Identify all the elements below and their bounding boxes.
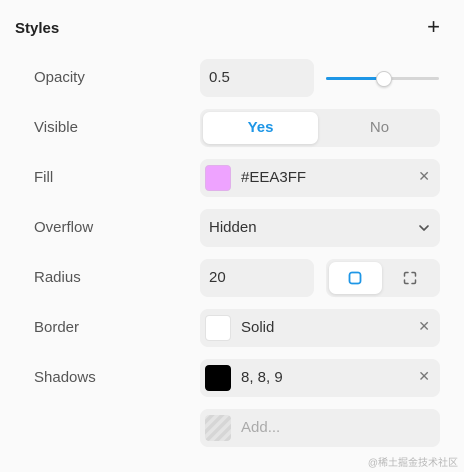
fill-label: Fill xyxy=(34,169,54,186)
visible-no-option[interactable]: No xyxy=(322,112,437,144)
uniform-corners-button[interactable] xyxy=(329,262,382,294)
opacity-slider[interactable] xyxy=(326,71,439,87)
individual-corners-button[interactable] xyxy=(384,262,437,294)
visible-label: Visible xyxy=(34,119,78,136)
add-placeholder: Add... xyxy=(241,419,281,436)
plus-icon[interactable]: + xyxy=(427,16,440,38)
border-color-swatch[interactable] xyxy=(205,315,231,341)
overflow-value: Hidden xyxy=(209,219,257,236)
radius-label: Radius xyxy=(34,269,81,286)
panel-header: Styles + xyxy=(15,16,444,42)
add-row: Add... xyxy=(0,409,464,447)
shadows-value: 8, 8, 9 xyxy=(241,369,283,386)
overflow-select[interactable]: Hidden xyxy=(200,209,440,247)
individual-corners-icon xyxy=(403,271,417,285)
opacity-row: Opacity 0.5 xyxy=(0,59,464,97)
fill-row: Fill #EEA3FF ✕ xyxy=(0,159,464,197)
chevron-down-icon xyxy=(419,225,429,231)
fill-value: #EEA3FF xyxy=(241,169,307,186)
shadows-row: Shadows 8, 8, 9 ✕ xyxy=(0,359,464,397)
overflow-label: Overflow xyxy=(34,219,94,236)
opacity-value: 0.5 xyxy=(209,69,230,86)
radius-value: 20 xyxy=(209,269,226,286)
styles-panel: Styles + Opacity 0.5 Visible Yes No Fill… xyxy=(0,0,464,472)
close-icon[interactable]: ✕ xyxy=(418,168,430,185)
shadows-label: Shadows xyxy=(34,369,96,386)
border-field[interactable]: Solid ✕ xyxy=(200,309,440,347)
fill-field[interactable]: #EEA3FF ✕ xyxy=(200,159,440,197)
overflow-row: Overflow Hidden xyxy=(0,209,464,247)
close-icon[interactable]: ✕ xyxy=(418,368,430,385)
visible-yes-option[interactable]: Yes xyxy=(203,112,318,144)
radius-row: Radius 20 xyxy=(0,259,464,297)
close-icon[interactable]: ✕ xyxy=(418,318,430,335)
radius-input[interactable]: 20 xyxy=(200,259,314,297)
uniform-corners-icon xyxy=(348,271,362,285)
visible-row: Visible Yes No xyxy=(0,109,464,147)
opacity-label: Opacity xyxy=(34,69,85,86)
add-shadow-field[interactable]: Add... xyxy=(200,409,440,447)
fill-color-swatch[interactable] xyxy=(205,165,231,191)
opacity-slider-knob[interactable] xyxy=(375,71,392,87)
shadow-color-swatch[interactable] xyxy=(205,365,231,391)
shadows-field[interactable]: 8, 8, 9 ✕ xyxy=(200,359,440,397)
watermark: @稀土掘金技术社区 xyxy=(367,458,458,469)
opacity-slider-fill xyxy=(326,77,383,80)
opacity-input[interactable]: 0.5 xyxy=(200,59,314,97)
panel-title: Styles xyxy=(15,20,60,37)
radius-mode-toggle xyxy=(326,259,440,297)
border-row: Border Solid ✕ xyxy=(0,309,464,347)
visible-toggle: Yes No xyxy=(200,109,440,147)
empty-swatch-icon xyxy=(205,415,231,441)
border-label: Border xyxy=(34,319,80,336)
border-value: Solid xyxy=(241,319,275,336)
